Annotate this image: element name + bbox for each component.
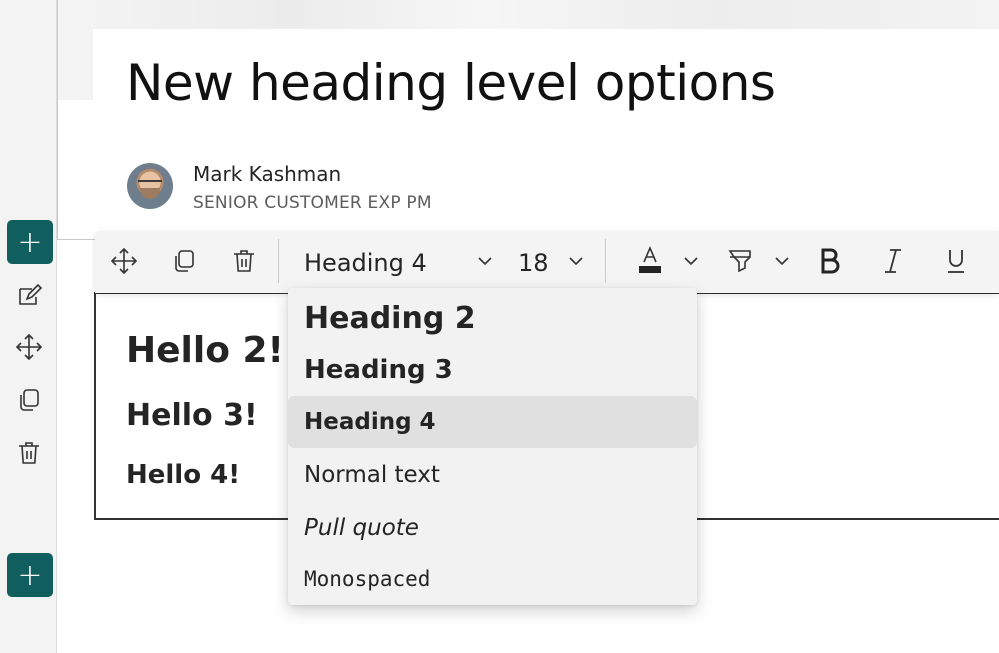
formatting-toolbar: Heading 4 18 (95, 231, 999, 293)
add-section-button-top[interactable]: + (7, 220, 53, 264)
highlight-icon[interactable] (724, 245, 756, 277)
dropdown-option-normal-text[interactable]: Normal text (288, 449, 697, 501)
title-section-border (57, 0, 58, 240)
dropdown-option-heading-3[interactable]: Heading 3 (288, 344, 697, 396)
edit-icon[interactable] (14, 281, 44, 311)
chevron-down-icon[interactable] (566, 251, 586, 271)
toolbar-separator (605, 239, 606, 283)
font-color-icon[interactable] (634, 245, 666, 277)
plus-icon: + (17, 224, 43, 260)
heading-3-text[interactable]: Hello 3! (126, 398, 258, 433)
move-icon[interactable] (108, 245, 140, 277)
underline-icon[interactable] (940, 245, 972, 277)
avatar (127, 163, 173, 209)
toolbar-separator (278, 239, 279, 283)
chevron-down-icon[interactable] (772, 251, 792, 271)
font-size-select[interactable]: 18 (518, 247, 549, 279)
heading-4-text[interactable]: Hello 4! (126, 460, 240, 490)
bold-icon[interactable] (814, 245, 846, 277)
duplicate-icon[interactable] (168, 245, 200, 277)
move-icon[interactable] (14, 332, 44, 362)
author-role: SENIOR CUSTOMER EXP PM (193, 193, 432, 213)
dropdown-option-pull-quote[interactable]: Pull quote (288, 502, 697, 554)
plus-icon: + (17, 557, 43, 593)
author-name[interactable]: Mark Kashman (193, 162, 341, 186)
duplicate-icon[interactable] (14, 385, 44, 415)
text-style-dropdown: Heading 2 Heading 3 Heading 4 Normal tex… (288, 288, 697, 605)
dropdown-option-heading-2[interactable]: Heading 2 (288, 292, 697, 344)
page-title[interactable]: New heading level options (126, 54, 776, 112)
chevron-down-icon[interactable] (475, 251, 495, 271)
delete-icon[interactable] (14, 438, 44, 468)
add-section-button-bottom[interactable]: + (7, 553, 53, 597)
heading-2-text[interactable]: Hello 2! (126, 330, 284, 371)
dropdown-option-monospaced[interactable]: Monospaced (288, 553, 697, 605)
delete-icon[interactable] (228, 245, 260, 277)
chevron-down-icon[interactable] (681, 251, 701, 271)
dropdown-option-heading-4[interactable]: Heading 4 (288, 396, 697, 448)
text-style-select[interactable]: Heading 4 (304, 247, 427, 279)
italic-icon[interactable] (877, 245, 909, 277)
title-section-border-bottom (57, 239, 97, 240)
